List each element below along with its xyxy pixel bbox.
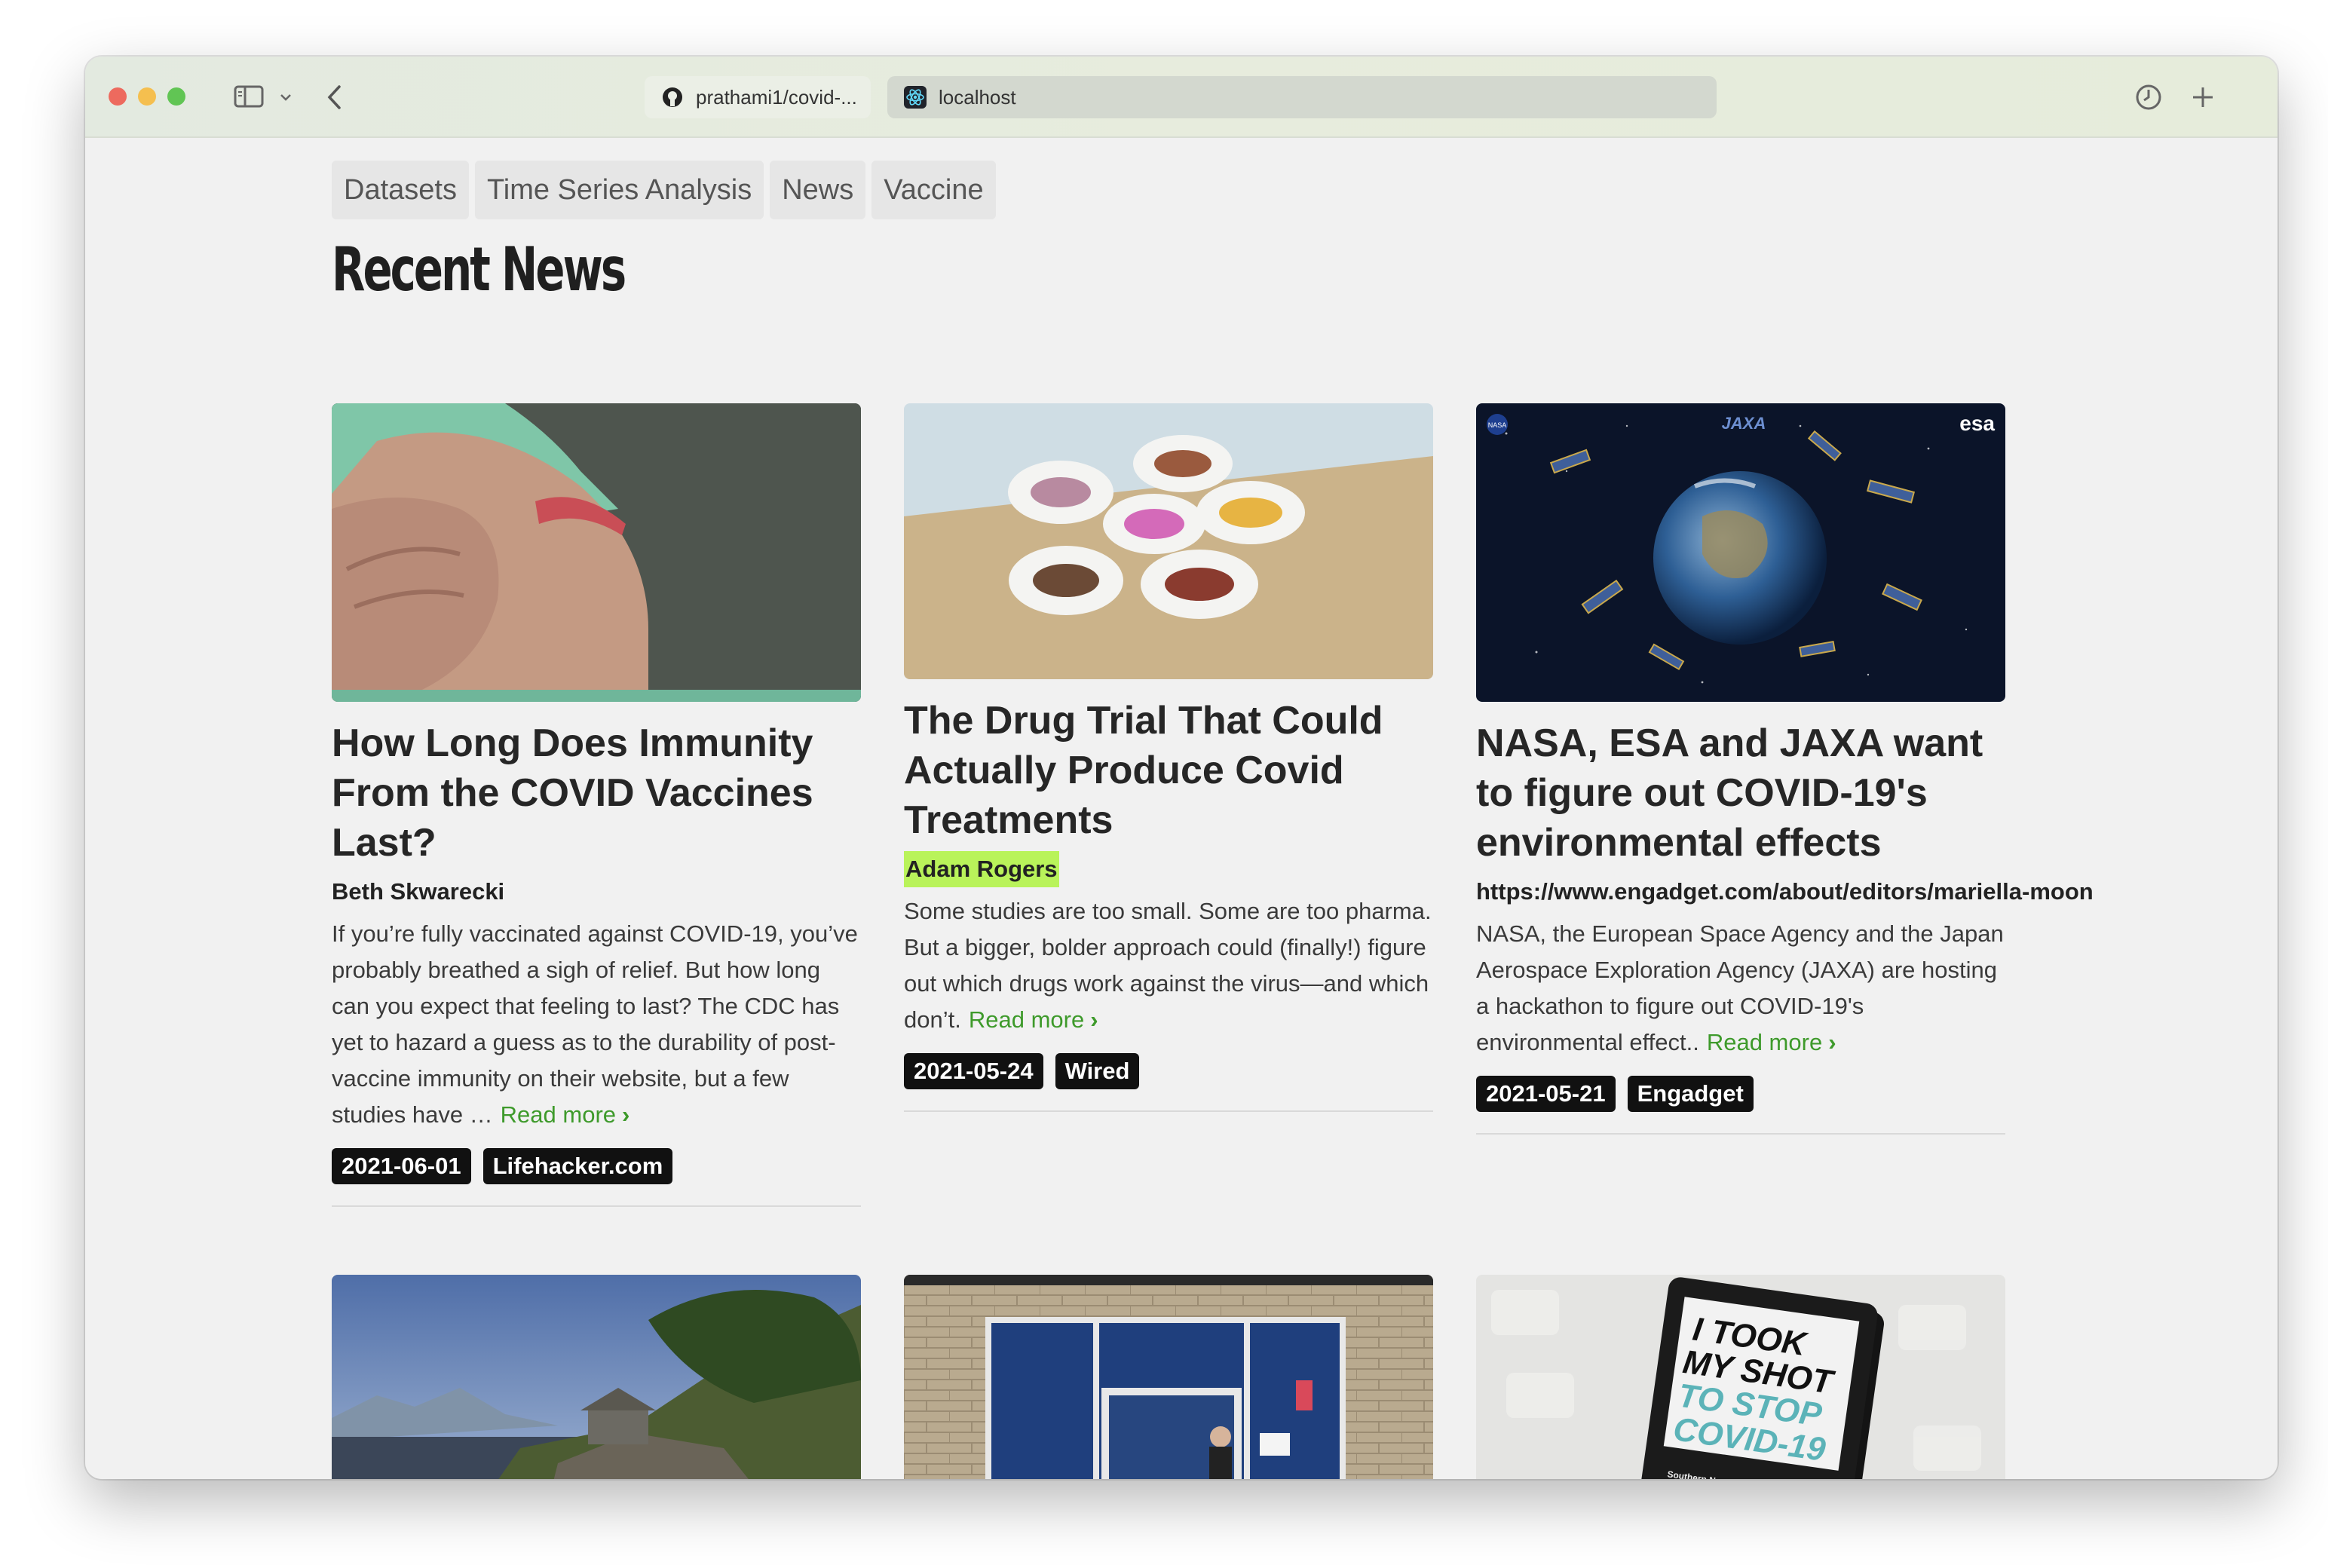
news-card: NASA JAXA esa NASA, ESA and JAXA want to…: [1476, 403, 2094, 1135]
article-author: Adam Rogers: [904, 851, 1059, 887]
chevron-down-icon[interactable]: [278, 90, 293, 105]
article-title[interactable]: NASA, ESA and JAXA want to figure out CO…: [1476, 718, 2005, 868]
source-badge: Lifehacker.com: [482, 1148, 673, 1184]
chevron-right-icon: ›: [1090, 1006, 1098, 1033]
article-badges: 2021-05-21 Engadget: [1476, 1076, 2094, 1112]
article-author: Beth Skwarecki: [332, 878, 505, 905]
arm-bandage-photo[interactable]: [332, 403, 861, 702]
brick-window-photo[interactable]: [904, 1275, 1433, 1479]
date-badge: 2021-05-24: [904, 1053, 1043, 1089]
card-divider: [1476, 1133, 2005, 1135]
nav-datasets[interactable]: Datasets: [332, 161, 469, 219]
news-card: [904, 1275, 1433, 1479]
zoom-window-button[interactable]: [167, 87, 185, 106]
nav-news[interactable]: News: [770, 161, 866, 219]
react-icon: [904, 86, 927, 109]
back-icon[interactable]: [323, 84, 346, 111]
page-title: Recent News: [332, 234, 626, 305]
page-content: Datasets Time Series Analysis News Vacci…: [85, 138, 2277, 1479]
nav-time-series-analysis[interactable]: Time Series Analysis: [474, 161, 764, 219]
browser-window: prathami1/covid-... localhost Datasets T…: [85, 57, 2277, 1479]
news-card: [332, 1275, 861, 1479]
date-badge: 2021-06-01: [332, 1148, 471, 1184]
article-title[interactable]: The Drug Trial That Could Actually Produ…: [904, 696, 1433, 845]
browser-tab-github[interactable]: prathami1/covid-...: [645, 76, 871, 118]
esa-logo-text: esa: [1959, 412, 1995, 435]
news-card: How Long Does Immunity From the COVID Va…: [332, 403, 861, 1207]
vaccine-sticker-photo[interactable]: I TOOK MY SHOT TO STOP COVID-19 Southern…: [1476, 1275, 2005, 1479]
jaxa-logo-text: JAXA: [1722, 414, 1766, 433]
browser-toolbar: prathami1/covid-... localhost: [85, 57, 2277, 138]
landscape-render-photo[interactable]: [332, 1275, 861, 1479]
card-divider: [332, 1205, 861, 1207]
browser-tab-localhost[interactable]: localhost: [887, 76, 1717, 118]
chevron-right-icon: ›: [1828, 1029, 1836, 1055]
article-description: NASA, the European Space Agency and the …: [1476, 916, 2005, 1061]
article-badges: 2021-05-24 Wired: [904, 1053, 1433, 1089]
minimize-window-button[interactable]: [138, 87, 156, 106]
earth-satellites-photo[interactable]: NASA JAXA esa: [1476, 403, 2005, 702]
read-more-link[interactable]: Read more ›: [501, 1101, 630, 1128]
sidebar-icon[interactable]: [233, 84, 265, 109]
article-title[interactable]: How Long Does Immunity From the COVID Va…: [332, 718, 861, 868]
article-description: Some studies are too small. Some are too…: [904, 893, 1433, 1038]
github-icon: [661, 86, 684, 109]
news-card: The Drug Trial That Could Actually Produ…: [904, 403, 1433, 1112]
read-more-link[interactable]: Read more ›: [1707, 1029, 1836, 1055]
source-badge: Wired: [1055, 1053, 1140, 1089]
tab-title: prathami1/covid-...: [696, 85, 857, 109]
top-nav: Datasets Time Series Analysis News Vacci…: [332, 161, 996, 219]
tab-title: localhost: [939, 85, 1016, 109]
source-badge: Engadget: [1627, 1076, 1754, 1112]
new-tab-plus-icon[interactable]: [2189, 84, 2216, 111]
article-description-text: If you’re fully vaccinated against COVID…: [332, 920, 858, 1128]
date-badge: 2021-05-21: [1476, 1076, 1616, 1112]
nav-vaccine[interactable]: Vaccine: [871, 161, 996, 219]
article-author: https://www.engadget.com/about/editors/m…: [1476, 878, 2094, 905]
chevron-right-icon: ›: [622, 1101, 630, 1128]
pill-bowls-photo[interactable]: [904, 403, 1433, 679]
history-clock-icon[interactable]: [2133, 82, 2164, 112]
news-card: I TOOK MY SHOT TO STOP COVID-19 Southern…: [1476, 1275, 2005, 1479]
article-badges: 2021-06-01 Lifehacker.com: [332, 1148, 861, 1184]
read-more-link[interactable]: Read more ›: [969, 1006, 1098, 1033]
card-divider: [904, 1110, 1433, 1112]
nasa-logo-text: NASA: [1488, 421, 1507, 429]
close-window-button[interactable]: [109, 87, 127, 106]
article-description: If you’re fully vaccinated against COVID…: [332, 916, 861, 1133]
